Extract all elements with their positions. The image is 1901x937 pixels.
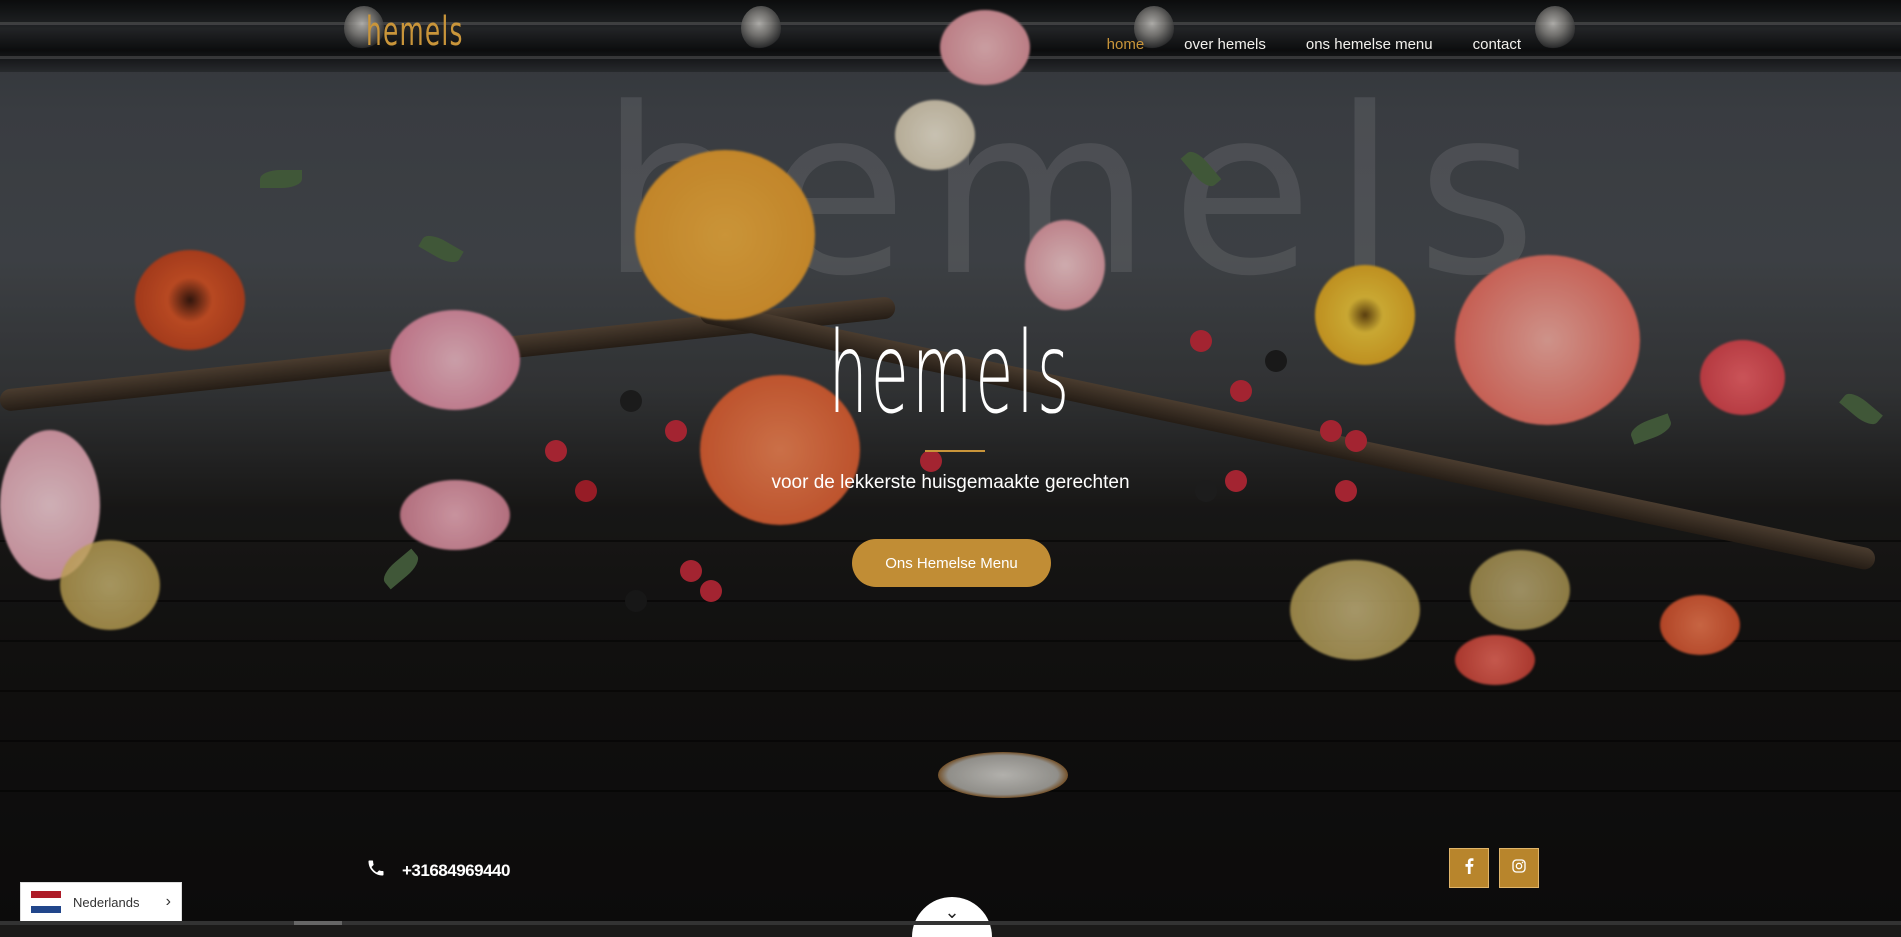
instagram-icon bbox=[1511, 858, 1527, 879]
hero-title: hemels bbox=[828, 309, 1073, 439]
site-logo[interactable]: hemels bbox=[366, 12, 464, 52]
menu-cta-button[interactable]: Ons Hemelse Menu bbox=[852, 539, 1051, 587]
facebook-button[interactable] bbox=[1449, 848, 1489, 888]
scrollbar-thumb[interactable] bbox=[294, 921, 342, 925]
instagram-button[interactable] bbox=[1499, 848, 1539, 888]
facebook-icon bbox=[1462, 857, 1476, 879]
social-links bbox=[1449, 848, 1539, 888]
phone-number[interactable]: +31684969440 bbox=[402, 861, 510, 881]
nav-link-contact[interactable]: contact bbox=[1473, 36, 1521, 53]
phone-icon bbox=[366, 858, 386, 883]
nav-link-over-hemels[interactable]: over hemels bbox=[1184, 36, 1266, 53]
main-navigation: home over hemels ons hemelse menu contac… bbox=[1107, 36, 1521, 53]
nav-link-home[interactable]: home bbox=[1107, 36, 1145, 53]
language-switcher[interactable]: Nederlands › bbox=[20, 882, 182, 922]
hero-overlay bbox=[0, 0, 1901, 925]
title-divider bbox=[925, 450, 985, 452]
netherlands-flag-icon bbox=[31, 891, 61, 913]
horizontal-scrollbar[interactable] bbox=[0, 921, 1901, 925]
chevron-right-icon: › bbox=[165, 893, 171, 910]
phone-contact[interactable]: +31684969440 bbox=[366, 858, 510, 883]
nav-link-ons-hemelse-menu[interactable]: ons hemelse menu bbox=[1306, 36, 1433, 53]
language-label: Nederlands bbox=[73, 894, 140, 910]
hero-tagline: voor de lekkerste huisgemaakte gerechten bbox=[771, 472, 1130, 493]
chevron-down-icon: ⌄ bbox=[944, 902, 960, 922]
